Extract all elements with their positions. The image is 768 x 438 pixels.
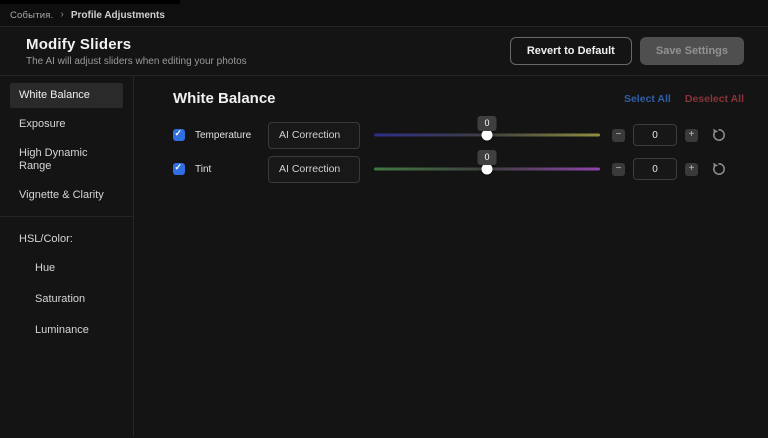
section-title: White Balance	[173, 90, 276, 107]
page-subtitle: The AI will adjust sliders when editing …	[26, 55, 247, 67]
top-edge-strip	[0, 0, 180, 4]
sidebar-item-saturation[interactable]: Saturation	[10, 287, 123, 312]
temperature-row: Temperature AI Correction 0 − +	[173, 116, 744, 152]
chevron-right-icon: ›	[60, 9, 64, 20]
tint-slider-thumb[interactable]	[481, 163, 493, 175]
white-balance-panel: White Balance Select All Deselect All Te…	[134, 76, 768, 437]
sidebar-divider	[0, 216, 133, 217]
save-settings-button[interactable]: Save Settings	[639, 37, 744, 65]
revert-to-default-button[interactable]: Revert to Default	[509, 37, 632, 65]
breadcrumb-current: Profile Adjustments	[70, 9, 165, 21]
page-title: Modify Sliders	[26, 35, 132, 53]
profile-adjustments-page: События. › Profile Adjustments Modify Sl…	[0, 0, 768, 438]
sidebar-item-hue[interactable]: Hue	[10, 256, 123, 281]
header-titles: Modify Sliders The AI will adjust slider…	[26, 36, 247, 67]
select-all-link[interactable]: Select All	[624, 93, 671, 105]
tint-slider[interactable]: 0	[374, 150, 600, 186]
tint-row: Tint AI Correction 0 − +	[173, 150, 744, 186]
sidebar-item-white-balance[interactable]: White Balance	[10, 83, 123, 108]
temperature-reset-icon[interactable]	[711, 127, 727, 143]
sidebar-item-vignette-clarity[interactable]: Vignette & Clarity	[10, 183, 123, 208]
temperature-value-tooltip: 0	[477, 116, 497, 131]
tint-decrement-button[interactable]: −	[612, 162, 625, 176]
sidebar-item-exposure[interactable]: Exposure	[10, 112, 123, 137]
temperature-label: Temperature	[195, 129, 252, 141]
sidebar-item-high-dynamic-range[interactable]: High Dynamic Range	[10, 141, 123, 179]
temperature-mode-dropdown[interactable]: AI Correction	[268, 121, 360, 149]
temperature-increment-button[interactable]: +	[685, 128, 698, 142]
breadcrumb: События. › Profile Adjustments	[0, 0, 768, 27]
sidebar-item-luminance[interactable]: Luminance	[10, 318, 123, 343]
tint-value-input[interactable]	[633, 158, 677, 180]
temperature-decrement-button[interactable]: −	[612, 128, 625, 142]
tint-label: Tint	[195, 163, 212, 175]
tint-reset-icon[interactable]	[711, 161, 727, 177]
tint-increment-button[interactable]: +	[685, 162, 698, 176]
temperature-value-input[interactable]	[633, 124, 677, 146]
temperature-checkbox[interactable]	[173, 128, 185, 141]
tint-checkbox[interactable]	[173, 162, 185, 175]
tint-mode-dropdown[interactable]: AI Correction	[268, 155, 360, 183]
deselect-all-link[interactable]: Deselect All	[685, 93, 744, 105]
tint-value-tooltip: 0	[477, 150, 497, 165]
temperature-slider[interactable]: 0	[374, 116, 600, 152]
header-actions: Revert to Default Save Settings	[509, 37, 744, 65]
settings-sidebar: White Balance Exposure High Dynamic Rang…	[0, 76, 134, 437]
breadcrumb-root-link[interactable]: События.	[10, 10, 53, 21]
sidebar-group-hsl-color: HSL/Color:	[19, 233, 73, 245]
page-header: Modify Sliders The AI will adjust slider…	[0, 27, 768, 76]
temperature-slider-thumb[interactable]	[481, 129, 493, 141]
